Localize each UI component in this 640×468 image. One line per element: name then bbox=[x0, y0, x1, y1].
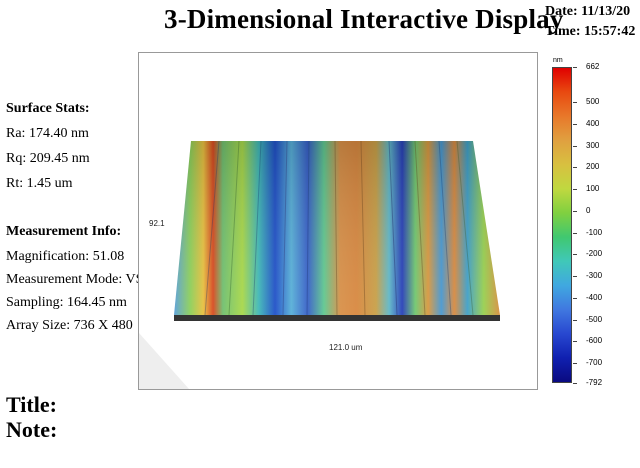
x-axis-label: 121.0 um bbox=[329, 343, 363, 352]
surface-base-edge bbox=[174, 315, 500, 321]
date-time-block: Date: 11/13/20 Time: 15:57:42 bbox=[545, 2, 640, 42]
colorbar-tick-label: 200 bbox=[586, 162, 600, 172]
y-axis-label: 92.1 bbox=[149, 219, 165, 228]
colorbar-tick-mark bbox=[573, 210, 577, 212]
colorbar-tick-label: -700 bbox=[586, 358, 603, 367]
stat-rq: Rq: 209.45 nm bbox=[6, 151, 90, 166]
colorbar-tick-mark bbox=[573, 297, 577, 299]
colorbar-tick-mark bbox=[573, 189, 577, 191]
colorbar-tick-label: 100 bbox=[586, 184, 600, 194]
colorbar-tick-label: -100 bbox=[586, 227, 603, 237]
colorbar-tick-mark bbox=[573, 341, 577, 343]
time-label: Time: 15:57:42 bbox=[545, 24, 636, 39]
colorbar-tick-mark bbox=[573, 254, 577, 256]
colorbar-tick-label: 0 bbox=[586, 205, 591, 215]
colorbar-tick-label: -792 bbox=[586, 378, 603, 387]
surface-3d-plot[interactable]: 92.1 121.0 um bbox=[138, 52, 538, 390]
colorbar-tick-mark bbox=[573, 167, 577, 169]
colorbar-unit: nm bbox=[553, 57, 563, 64]
surface-stats-heading: Surface Stats: bbox=[6, 101, 90, 116]
colorbar-tick-label: 662 bbox=[586, 62, 600, 71]
colorbar-tick-label: -600 bbox=[586, 336, 603, 346]
colorbar-tick-mark bbox=[573, 145, 577, 147]
colorbar-tick-mark bbox=[573, 319, 577, 321]
info-array-size: Array Size: 736 X 480 bbox=[6, 318, 133, 333]
colorbar-tick-label: 500 bbox=[586, 97, 600, 107]
stat-rt: Rt: 1.45 um bbox=[6, 176, 73, 191]
display-title: 3-Dimensional Interactive Display bbox=[164, 4, 564, 34]
stat-ra: Ra: 174.40 nm bbox=[6, 126, 89, 141]
colorbar-tick-label: -400 bbox=[586, 292, 603, 302]
colorbar-tick-mark bbox=[573, 67, 577, 68]
colorbar-tick-label: -500 bbox=[586, 314, 603, 324]
colorbar-tick-label: -300 bbox=[586, 271, 603, 281]
colorbar-tick-label: -200 bbox=[586, 249, 603, 259]
colorbar-tick-mark bbox=[573, 123, 577, 125]
info-sampling: Sampling: 164.45 nm bbox=[6, 295, 127, 310]
colorbar-tick-mark bbox=[573, 363, 577, 364]
colorbar-tick-mark bbox=[573, 383, 577, 384]
surface-shadow bbox=[139, 333, 189, 389]
surface-plot-svg[interactable] bbox=[139, 53, 537, 389]
height-colorbar bbox=[552, 67, 572, 383]
info-magnification: Magnification: 51.08 bbox=[6, 249, 125, 264]
colorbar-tick-mark bbox=[573, 276, 577, 278]
colorbar-tick-label: 300 bbox=[586, 140, 600, 150]
date-label: Date: 11/13/20 bbox=[545, 4, 631, 19]
note-label: Note: bbox=[6, 417, 58, 442]
title-label: Title: bbox=[6, 392, 57, 417]
measurement-info-heading: Measurement Info: bbox=[6, 224, 122, 239]
info-measurement-mode: Measurement Mode: VSI bbox=[6, 272, 149, 287]
colorbar-tick-label: 400 bbox=[586, 118, 600, 128]
colorbar-tick-mark bbox=[573, 102, 577, 104]
colorbar-tick-mark bbox=[573, 232, 577, 234]
